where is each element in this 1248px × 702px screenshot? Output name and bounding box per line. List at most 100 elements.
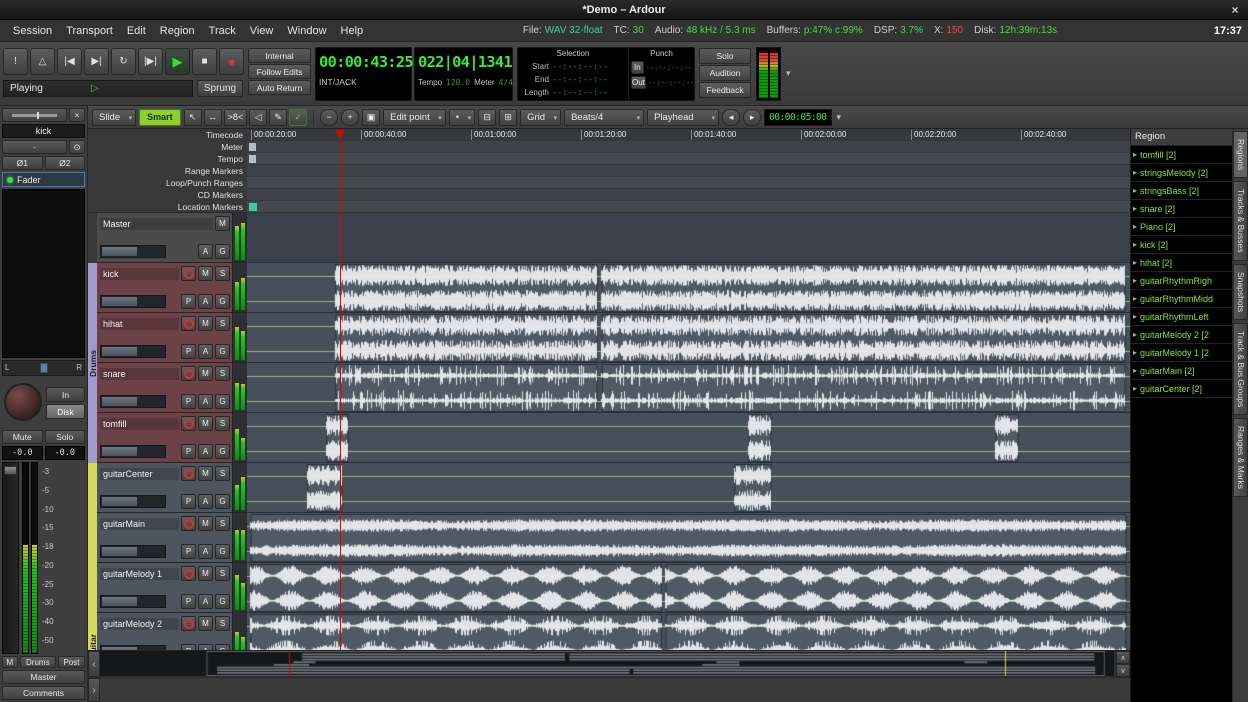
track-name[interactable]: snare: [100, 368, 179, 380]
region-item-piano-2[interactable]: ▸Piano [2]: [1131, 218, 1232, 235]
close-window-icon[interactable]: ×: [1227, 2, 1243, 18]
track-m-button[interactable]: M: [198, 566, 213, 581]
track-name[interactable]: guitarMelody 1: [100, 568, 179, 580]
track-header-guitarcenter[interactable]: guitarCenterMSPAG: [97, 463, 247, 513]
track-lane-tomfill[interactable]: [247, 413, 1130, 463]
menu-session[interactable]: Session: [6, 25, 59, 37]
strip-m-button[interactable]: M: [2, 656, 18, 668]
track-m-button[interactable]: M: [198, 366, 213, 381]
goto-start-button[interactable]: |◀: [57, 48, 82, 75]
region-item-stringsbass-2[interactable]: ▸stringsBass [2]: [1131, 182, 1232, 199]
ruler-row-timecode[interactable]: 00:00:20:0000:00:40:0000:01:00:0000:01:2…: [247, 129, 1130, 141]
expander-icon[interactable]: ▸: [1133, 366, 1137, 375]
region-item-guitarmain-2[interactable]: ▸guitarMain [2]: [1131, 362, 1232, 379]
ruler-label-range-markers[interactable]: Range Markers: [88, 165, 247, 177]
strip-width-button[interactable]: [2, 108, 67, 122]
strip-drums-button[interactable]: Drums: [20, 656, 56, 668]
internal-button[interactable]: Internal: [248, 48, 311, 63]
feedback-button[interactable]: Feedback: [699, 82, 751, 98]
menu-track[interactable]: Track: [202, 25, 243, 37]
session-start-marker-icon[interactable]: [249, 203, 257, 211]
grid-mode-dropdown[interactable]: Grid: [520, 109, 561, 126]
track-lane-snare[interactable]: [247, 363, 1130, 413]
track-a-button[interactable]: A: [198, 294, 213, 309]
tempo-marker-icon[interactable]: [249, 155, 256, 163]
editor-canvas[interactable]: 00:00:20:0000:00:40:0000:01:00:0000:01:2…: [247, 129, 1130, 650]
internal-edit-tool[interactable]: ✓: [289, 109, 307, 126]
punch-out-button[interactable]: Out: [631, 76, 646, 89]
shuttle-mode-button[interactable]: Sprung: [197, 80, 243, 97]
stop-button[interactable]: ■: [192, 48, 217, 75]
track-a-button[interactable]: A: [198, 544, 213, 559]
track-name[interactable]: guitarCenter: [100, 468, 179, 480]
track-s-button[interactable]: S: [215, 616, 230, 631]
nudge-clock[interactable]: 00:00:05:00: [764, 109, 831, 126]
track-g-button[interactable]: G: [215, 444, 230, 459]
fader-mode-button[interactable]: Fader: [2, 172, 85, 187]
goto-end-button[interactable]: ▶|: [84, 48, 109, 75]
grab-tool[interactable]: ↖: [184, 109, 202, 126]
track-gain-fader[interactable]: [100, 595, 166, 608]
ruler-row-cd-markers[interactable]: [247, 189, 1130, 201]
expander-icon[interactable]: ▸: [1133, 276, 1137, 285]
zoom-fit-button[interactable]: ▣: [362, 109, 380, 126]
summary-zoom-up-button[interactable]: ∧: [1116, 651, 1130, 664]
expander-icon[interactable]: ▸: [1133, 222, 1137, 231]
toolbar-overflow-icon[interactable]: ▾: [835, 112, 844, 123]
pan-knob[interactable]: [4, 383, 42, 421]
expand-tracks-button[interactable]: ⊞: [499, 109, 517, 126]
zoom-in-button[interactable]: +: [341, 109, 359, 126]
track-name[interactable]: Master: [100, 218, 213, 230]
shrink-tracks-button[interactable]: ⊟: [478, 109, 496, 126]
track-lane-kick[interactable]: [247, 263, 1130, 313]
ruler-row-location-markers[interactable]: [247, 201, 1130, 213]
zoom-out-button[interactable]: −: [320, 109, 338, 126]
ruler-label-tempo[interactable]: Tempo: [88, 153, 247, 165]
track-g-button[interactable]: G: [215, 294, 230, 309]
track-a-button[interactable]: A: [198, 394, 213, 409]
transport-overflow-icon[interactable]: ▾: [786, 68, 791, 79]
phase-button-2[interactable]: Ø2: [45, 156, 86, 170]
punch-in-button[interactable]: In: [631, 61, 644, 74]
track-s-button[interactable]: S: [215, 516, 230, 531]
track-name[interactable]: guitarMain: [100, 518, 179, 530]
tab-snapshots[interactable]: Snapshots: [1233, 264, 1248, 320]
menu-view[interactable]: View: [243, 25, 281, 37]
menu-window[interactable]: Window: [280, 25, 333, 37]
snap-target-dropdown[interactable]: Playhead: [647, 109, 719, 126]
grid-unit-dropdown[interactable]: Beats/4: [564, 109, 644, 126]
smart-mode-button[interactable]: Smart: [139, 109, 181, 126]
track-p-button[interactable]: P: [181, 394, 196, 409]
track-gain-fader[interactable]: [100, 345, 166, 358]
expander-icon[interactable]: ▸: [1133, 384, 1137, 393]
play-button[interactable]: ▶: [165, 48, 190, 75]
track-gain-fader[interactable]: [100, 295, 166, 308]
comments-button[interactable]: Comments: [2, 686, 85, 700]
edit-point-dropdown[interactable]: Edit point: [383, 109, 446, 126]
track-name[interactable]: kick: [100, 268, 179, 280]
track-record-button[interactable]: [181, 266, 196, 281]
play-range-button[interactable]: |▶|: [138, 48, 163, 75]
track-header-tomfill[interactable]: tomfillMSPAG: [97, 413, 247, 463]
ruler-row-tempo[interactable]: [247, 153, 1130, 165]
track-m-button[interactable]: M: [198, 516, 213, 531]
track-m-button[interactable]: M: [198, 416, 213, 431]
track-a-button[interactable]: A: [198, 344, 213, 359]
track-g-button[interactable]: G: [215, 494, 230, 509]
track-s-button[interactable]: S: [215, 416, 230, 431]
follow-edits-button[interactable]: Follow Edits: [248, 64, 311, 79]
draw-tool[interactable]: ✎: [269, 109, 287, 126]
ruler-row-range-markers[interactable]: [247, 165, 1130, 177]
track-header-guitarmain[interactable]: guitarMainMSPAG: [97, 513, 247, 563]
track-name[interactable]: guitarMelody 2: [100, 618, 179, 630]
gain-display[interactable]: -0.0: [2, 446, 43, 460]
expander-icon[interactable]: ▸: [1133, 330, 1137, 339]
loop-button[interactable]: ↻: [111, 48, 136, 75]
expander-icon[interactable]: ▸: [1133, 294, 1137, 303]
audition-tool[interactable]: ◁: [249, 109, 267, 126]
expander-icon[interactable]: ▸: [1133, 168, 1137, 177]
region-item-stringsmelody-2[interactable]: ▸stringsMelody [2]: [1131, 164, 1232, 181]
track-p-button[interactable]: P: [181, 444, 196, 459]
ruler-row-loop-punch-ranges[interactable]: [247, 177, 1130, 189]
summary-scroll-right-button[interactable]: ›: [88, 678, 100, 702]
